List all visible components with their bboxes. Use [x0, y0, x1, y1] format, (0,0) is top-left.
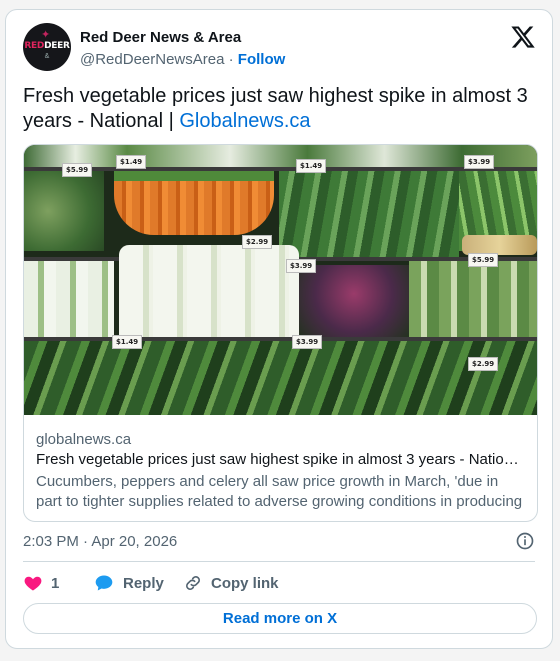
price-tag: $3.99 — [286, 259, 317, 273]
tweet-text: Fresh vegetable prices just saw highest … — [23, 84, 538, 134]
price-tag: $5.99 — [468, 253, 499, 267]
meta-separator: · — [228, 51, 234, 68]
link-card-description: Cucumbers, peppers and celery all saw pr… — [36, 473, 523, 510]
avatar-logo-amp: & — [44, 53, 50, 60]
price-tag: $1.49 — [112, 335, 143, 349]
link-card-domain: globalnews.ca — [36, 431, 132, 448]
link-preview-card[interactable]: $5.99 $1.49 $1.49 $3.99 $2.99 $3.99 $5.9… — [23, 144, 538, 522]
price-tag: $5.99 — [62, 163, 93, 177]
price-tag: $2.99 — [468, 357, 499, 371]
author-avatar[interactable]: ✦ REDDEER & — [23, 23, 71, 71]
author-handle[interactable]: @RedDeerNewsArea — [80, 51, 224, 68]
deer-logo-icon: ✦ — [41, 29, 51, 41]
heart-icon — [24, 576, 42, 591]
copy-link-label: Copy link — [211, 574, 279, 592]
price-tag: $1.49 — [116, 155, 147, 169]
divider — [23, 561, 535, 562]
reply-bubble-icon — [95, 575, 113, 591]
author-meta: @RedDeerNewsArea · Follow — [80, 51, 285, 68]
link-icon — [186, 576, 200, 590]
reply-button[interactable]: Reply — [93, 573, 164, 593]
author-name[interactable]: Red Deer News & Area — [80, 29, 241, 46]
tweet-link[interactable]: Globalnews.ca — [179, 110, 310, 132]
info-icon[interactable] — [515, 531, 535, 551]
x-logo-icon[interactable] — [510, 24, 536, 50]
follow-button[interactable]: Follow — [238, 51, 286, 68]
avatar-logo-text: REDDEER — [24, 41, 70, 51]
like-count: 1 — [51, 574, 60, 592]
copy-link-button[interactable]: Copy link — [183, 573, 279, 593]
price-tag: $2.99 — [242, 235, 273, 249]
tweet-timestamp[interactable]: 2:03 PM · Apr 20, 2026 — [23, 533, 177, 550]
embedded-tweet-card: ✦ REDDEER & Red Deer News & Area @RedDee… — [5, 9, 553, 649]
price-tag: $3.99 — [464, 155, 495, 169]
price-tag: $3.99 — [292, 335, 323, 349]
like-button[interactable]: 1 — [23, 573, 59, 593]
price-tag: $1.49 — [296, 159, 327, 173]
read-more-button[interactable]: Read more on X — [23, 603, 537, 634]
link-card-title: Fresh vegetable prices just saw highest … — [36, 451, 526, 468]
reply-label: Reply — [123, 574, 164, 592]
preview-image-vegetables[interactable]: $5.99 $1.49 $1.49 $3.99 $2.99 $3.99 $5.9… — [24, 145, 537, 415]
